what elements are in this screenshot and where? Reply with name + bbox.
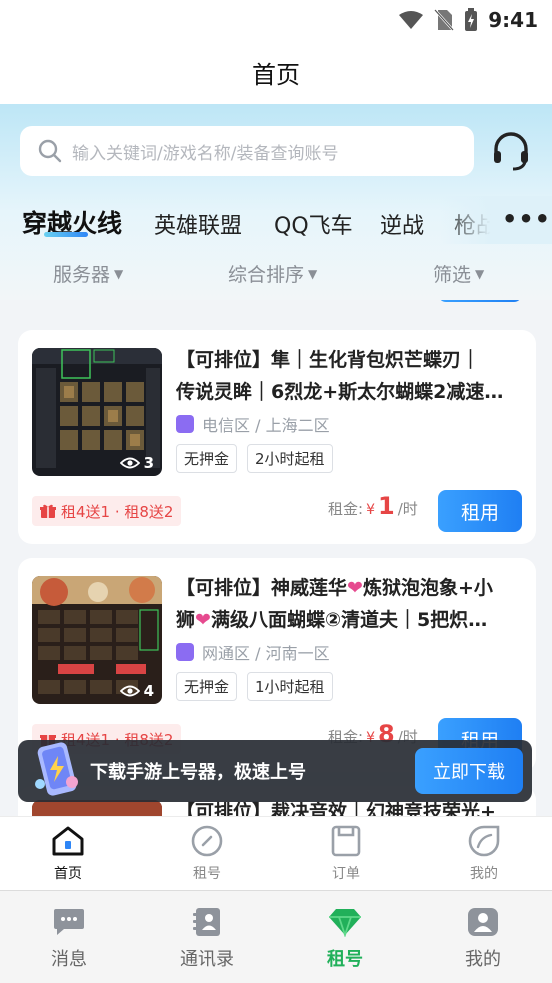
listing-title-line: 狮❤满级八面蝴蝶②清道夫｜5把炽… [176,604,522,636]
view-count-value: 4 [143,682,154,700]
listing-title-line: 【可排位】隼｜生化背包炽芒蝶刃｜ [176,349,481,371]
heart-icon: ❤ [347,577,363,599]
tabbar-label: 我的 [465,949,501,970]
tabbar-item-home[interactable]: 首页 [28,825,108,883]
tabbar-label: 首页 [54,866,82,882]
listing-tags: 无押金 1小时起租 [176,672,333,701]
search-placeholder: 输入关键词/游戏名称/装备查询账号 [72,143,339,164]
title-text: 【可排位】神威莲华 [176,577,348,599]
phone-app-icon [35,742,78,796]
title-text: 炼狱泡泡象+小 [362,577,493,599]
app-tabbar: 首页 租号 订单 我的 [0,816,552,890]
download-banner-text: 下载手游上号器，极速上号 [90,762,306,783]
order-icon [331,825,361,857]
chat-icon [54,909,84,935]
promo-badge: 租4送1 · 租8送2 [32,496,182,526]
caret-down-icon: ▼ [308,266,318,281]
diamond-icon [329,909,361,937]
listing-thumbnail [32,800,162,816]
tabbar-label: 消息 [51,949,87,970]
price-value: 1 [377,492,395,520]
listing-thumbnail: 4 [32,576,162,704]
filter-screen[interactable]: 筛选 ▼ [433,260,484,287]
download-banner[interactable]: 下载手游上号器，极速上号 立即下载 [18,740,532,802]
listing-tags: 无押金 2小时起租 [176,444,333,473]
tabbar-item-messages[interactable]: 消息 [24,907,114,971]
tabbar-label: 租号 [327,949,363,970]
wifi-icon [399,11,424,29]
tabbar-item-contacts[interactable]: 通讯录 [162,907,252,971]
tag-deposit: 无押金 [176,672,238,701]
view-count: 3 [119,454,154,472]
active-tab-indicator [44,232,88,237]
tabbar-label: 租号 [193,866,221,882]
view-count-value: 3 [143,454,154,472]
listing-title: 【可排位】神威莲华❤炼狱泡泡象+小 狮❤满级八面蝴蝶②清道夫｜5把炽… [176,572,522,636]
customer-service-icon[interactable] [490,130,532,172]
server-text: 网通区 / 河南一区 [202,644,330,663]
search-icon [38,139,62,163]
filter-sort[interactable]: 综合排序 ▼ [228,260,317,287]
caret-down-icon: ▼ [475,266,485,281]
tabbar-label: 订单 [332,866,360,882]
status-time: 9:41 [488,8,538,32]
compass-icon [191,825,223,857]
gift-icon [40,504,56,518]
promo-text: 租4送1 · 租8送2 [61,502,174,521]
heart-icon: ❤ [195,609,211,631]
view-count: 4 [119,682,154,700]
tabbar-item-orders[interactable]: 订单 [306,825,386,883]
tabbar-label: 通讯录 [180,949,234,970]
user-icon [468,908,498,936]
tab-qq-speed[interactable]: QQ飞车 [274,208,353,240]
listing-card[interactable]: 3 【可排位】隼｜生化背包炽芒蝶刃｜ 传说灵眸｜6烈龙+斯太尔蝴蝶2减速… 电信… [18,330,536,544]
battery-icon [465,8,478,31]
server-info: 网通区 / 河南一区 [176,640,330,664]
listing-title-line: 传说灵眸｜6烈龙+斯太尔蝴蝶2减速… [176,381,504,403]
listing-thumbnail: 3 [32,348,162,476]
server-icon [176,415,194,433]
filter-screen-label: 筛选 [433,264,472,286]
no-sim-icon [434,9,455,31]
home-icon [52,826,84,856]
status-bar: 9:41 [0,0,552,40]
host-tabbar: 消息 通讯录 租号 我的 [0,890,552,983]
listing-title-line: 【可排位】神威莲华❤炼狱泡泡象+小 [176,572,522,604]
price: 租金: ¥ 1 /时 [328,492,418,520]
server-icon [176,643,194,661]
caret-down-icon: ▼ [114,266,124,281]
server-info: 电信区 / 上海二区 [176,412,330,436]
tabbar-item-me[interactable]: 我的 [438,907,528,971]
currency-symbol: ¥ [366,502,375,518]
price-label: 租金: [328,500,364,518]
page-title: 首页 [0,40,552,104]
tag-min-hours: 2小时起租 [247,444,333,473]
filter-server-label: 服务器 [53,264,111,286]
tag-min-hours: 1小时起租 [247,672,333,701]
filter-server[interactable]: 服务器 ▼ [53,260,123,287]
tab-lol[interactable]: 英雄联盟 [154,208,242,240]
eye-icon [119,457,140,469]
eye-icon [119,685,140,697]
price-unit: /时 [397,500,418,518]
rent-button[interactable]: 租用 [438,490,522,532]
profile-leaf-icon [468,825,500,857]
server-text: 电信区 / 上海二区 [202,416,330,435]
tabbar-item-rent-host[interactable]: 租号 [300,907,390,971]
title-text: 满级八面蝴蝶②清道夫｜5把炽… [210,609,488,631]
tag-deposit: 无押金 [176,444,238,473]
previous-rent-button-partial[interactable] [438,300,522,302]
download-now-button[interactable]: 立即下载 [415,748,523,794]
title-text: 狮 [176,609,196,631]
search-input[interactable]: 输入关键词/游戏名称/装备查询账号 [20,126,474,176]
tabbar-label: 我的 [470,866,498,882]
tab-nizhan[interactable]: 逆战 [380,208,424,240]
tabbar-item-rent[interactable]: 租号 [167,825,247,883]
tabbar-item-mine[interactable]: 我的 [444,825,524,883]
contacts-icon [193,908,220,936]
listing-title: 【可排位】隼｜生化背包炽芒蝶刃｜ 传说灵眸｜6烈龙+斯太尔蝴蝶2减速… [176,344,522,408]
filter-sort-label: 综合排序 [228,264,305,286]
more-icon[interactable]: ••• [502,205,551,233]
